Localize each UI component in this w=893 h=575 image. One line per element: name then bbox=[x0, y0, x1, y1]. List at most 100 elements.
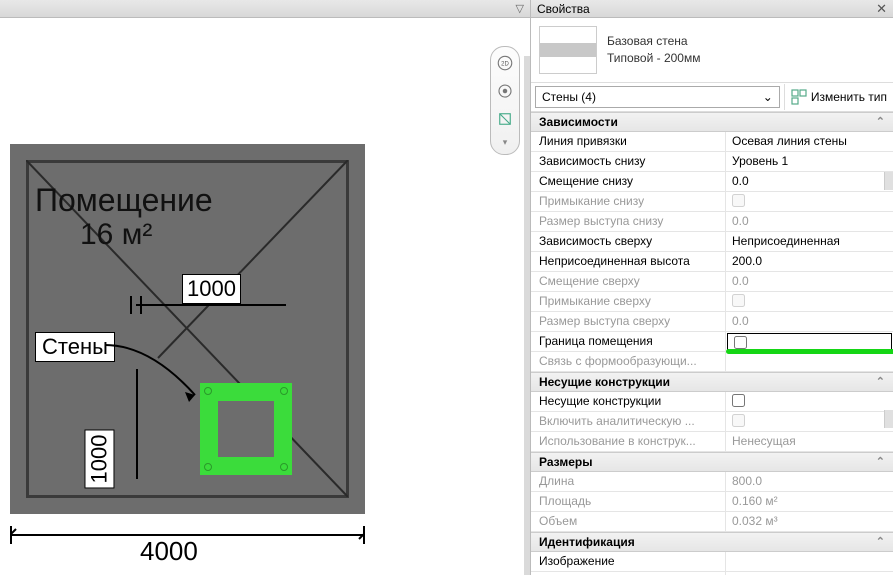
bolt-icon bbox=[280, 387, 288, 395]
property-value[interactable] bbox=[726, 192, 893, 211]
bolt-icon bbox=[204, 463, 212, 471]
property-value[interactable]: Неприсоединенная bbox=[726, 232, 893, 251]
property-row[interactable]: Несущие конструкции bbox=[531, 392, 893, 412]
dimension-1000-v[interactable]: 1000 bbox=[84, 430, 114, 489]
group-header[interactable]: Зависимости⌃ bbox=[531, 112, 893, 132]
property-value[interactable] bbox=[726, 412, 893, 431]
property-value[interactable]: 0.032 м³ bbox=[726, 512, 893, 531]
bolt-icon bbox=[204, 387, 212, 395]
property-row[interactable]: Использование в конструк...Ненесущая bbox=[531, 432, 893, 452]
group-header[interactable]: Несущие конструкции ⌃ bbox=[531, 372, 893, 392]
edit-type-button[interactable]: Изменить тип bbox=[784, 84, 893, 110]
property-value[interactable]: 0.0 bbox=[726, 272, 893, 291]
walls-tag[interactable]: Стены bbox=[35, 332, 115, 362]
edit-type-icon bbox=[791, 89, 807, 105]
wall-outline[interactable]: Помещение 16 м² Стены 1000 1000 bbox=[10, 144, 365, 514]
orient-2d-button[interactable]: 2D bbox=[495, 53, 515, 73]
property-checkbox[interactable] bbox=[732, 394, 745, 407]
property-value[interactable]: 0.0 bbox=[726, 172, 893, 191]
dimension-line-h bbox=[136, 304, 286, 306]
property-row[interactable]: Примыкание снизу bbox=[531, 192, 893, 212]
room-name-label: Помещение bbox=[35, 182, 213, 219]
property-row[interactable]: Зависимость сверхуНеприсоединенная bbox=[531, 232, 893, 252]
collapse-icon[interactable]: ⌃ bbox=[876, 455, 885, 469]
property-row[interactable]: Связь с формообразующи... bbox=[531, 352, 893, 372]
property-label: Смещение снизу bbox=[531, 172, 726, 191]
property-row[interactable]: Изображение bbox=[531, 552, 893, 572]
scrollbar[interactable] bbox=[884, 172, 893, 190]
property-row[interactable]: Смещение сверху0.0 bbox=[531, 272, 893, 292]
dimension-line-v bbox=[136, 369, 138, 479]
expand-icon[interactable]: ▽ bbox=[516, 2, 524, 15]
group-title: Идентификация bbox=[539, 535, 635, 549]
room-area-label: 16 м² bbox=[80, 218, 152, 252]
bolt-icon bbox=[280, 463, 288, 471]
property-row[interactable]: Длина800.0 bbox=[531, 472, 893, 492]
property-label: Примыкание сверху bbox=[531, 292, 726, 311]
steering-wheel-button[interactable] bbox=[495, 81, 515, 101]
property-checkbox[interactable] bbox=[734, 336, 747, 349]
element-filter-select[interactable]: Стены (4) ⌄ bbox=[535, 86, 780, 108]
property-row[interactable]: Размер выступа сверху0.0 bbox=[531, 312, 893, 332]
property-label: Размер выступа сверху bbox=[531, 312, 726, 331]
property-row[interactable]: Включить аналитическую ... bbox=[531, 412, 893, 432]
property-value[interactable]: 800.0 bbox=[726, 472, 893, 491]
property-value[interactable] bbox=[726, 292, 893, 311]
property-label: Объем bbox=[531, 512, 726, 531]
property-label: Площадь bbox=[531, 492, 726, 511]
property-row[interactable]: Размер выступа снизу0.0 bbox=[531, 212, 893, 232]
properties-panel: Свойства ✕ Базовая стена Типовой - 200мм… bbox=[530, 0, 893, 575]
type-selector[interactable]: Базовая стена Типовой - 200мм bbox=[531, 18, 893, 83]
property-value[interactable]: 0.0 bbox=[726, 312, 893, 331]
collapse-icon[interactable]: ⌃ bbox=[876, 535, 885, 549]
close-icon[interactable]: ✕ bbox=[876, 1, 887, 17]
canvas-titlebar: ▽ bbox=[0, 0, 530, 18]
property-row[interactable]: Неприсоединенная высота200.0 bbox=[531, 252, 893, 272]
property-row[interactable]: Линия привязкиОсевая линия стены bbox=[531, 132, 893, 152]
property-label: Примыкание снизу bbox=[531, 192, 726, 211]
property-row[interactable]: Объем0.032 м³ bbox=[531, 512, 893, 532]
property-row[interactable]: Граница помещения bbox=[531, 332, 893, 352]
property-label: Изображение bbox=[531, 552, 726, 571]
column-element[interactable] bbox=[200, 383, 292, 475]
property-row[interactable]: Примыкание сверху bbox=[531, 292, 893, 312]
property-row[interactable]: Зависимость снизуУровень 1 bbox=[531, 152, 893, 172]
property-value[interactable]: Уровень 1 bbox=[726, 152, 893, 171]
group-title: Несущие конструкции bbox=[539, 375, 670, 389]
property-label: Размер выступа снизу bbox=[531, 212, 726, 231]
svg-text:2D: 2D bbox=[501, 61, 509, 67]
property-row[interactable]: Смещение снизу0.0 bbox=[531, 172, 893, 192]
dimension-4000[interactable]: 4000 bbox=[140, 536, 198, 567]
property-value[interactable]: 0.0 bbox=[726, 212, 893, 231]
chevron-down-icon: ⌄ bbox=[763, 90, 773, 104]
property-value[interactable] bbox=[727, 333, 892, 350]
property-label: Граница помещения bbox=[531, 332, 726, 351]
group-header[interactable]: Размеры ⌃ bbox=[531, 452, 893, 472]
dimension-1000-h[interactable]: 1000 bbox=[182, 274, 241, 304]
property-checkbox bbox=[732, 414, 745, 427]
property-row[interactable]: Площадь0.160 м² bbox=[531, 492, 893, 512]
group-title: Размеры bbox=[539, 455, 592, 469]
edit-type-label: Изменить тип bbox=[811, 90, 887, 104]
property-value[interactable] bbox=[726, 352, 893, 371]
scrollbar[interactable] bbox=[884, 410, 893, 428]
drawing-canvas[interactable]: ▽ 2D ▾ Помещение 16 м² Стены bbox=[0, 0, 530, 575]
property-value[interactable]: Осевая линия стены bbox=[726, 132, 893, 151]
navbar-collapse-icon[interactable]: ▾ bbox=[503, 137, 508, 148]
property-value[interactable]: 0.160 м² bbox=[726, 492, 893, 511]
property-label: Зависимость снизу bbox=[531, 152, 726, 171]
pan-button[interactable] bbox=[495, 109, 515, 129]
collapse-icon[interactable]: ⌃ bbox=[876, 115, 885, 129]
type-family: Базовая стена bbox=[607, 33, 700, 50]
properties-body[interactable]: Зависимости⌃Линия привязкиОсевая линия с… bbox=[531, 112, 893, 575]
property-label: Включить аналитическую ... bbox=[531, 412, 726, 431]
group-header[interactable]: Идентификация ⌃ bbox=[531, 532, 893, 552]
property-label: Использование в конструк... bbox=[531, 432, 726, 451]
property-label: Линия привязки bbox=[531, 132, 726, 151]
property-value[interactable]: 200.0 bbox=[726, 252, 893, 271]
property-value[interactable] bbox=[726, 392, 893, 411]
property-value[interactable] bbox=[726, 552, 893, 571]
property-value[interactable]: Ненесущая bbox=[726, 432, 893, 451]
property-label: Связь с формообразующи... bbox=[531, 352, 726, 371]
collapse-icon[interactable]: ⌃ bbox=[876, 375, 885, 389]
